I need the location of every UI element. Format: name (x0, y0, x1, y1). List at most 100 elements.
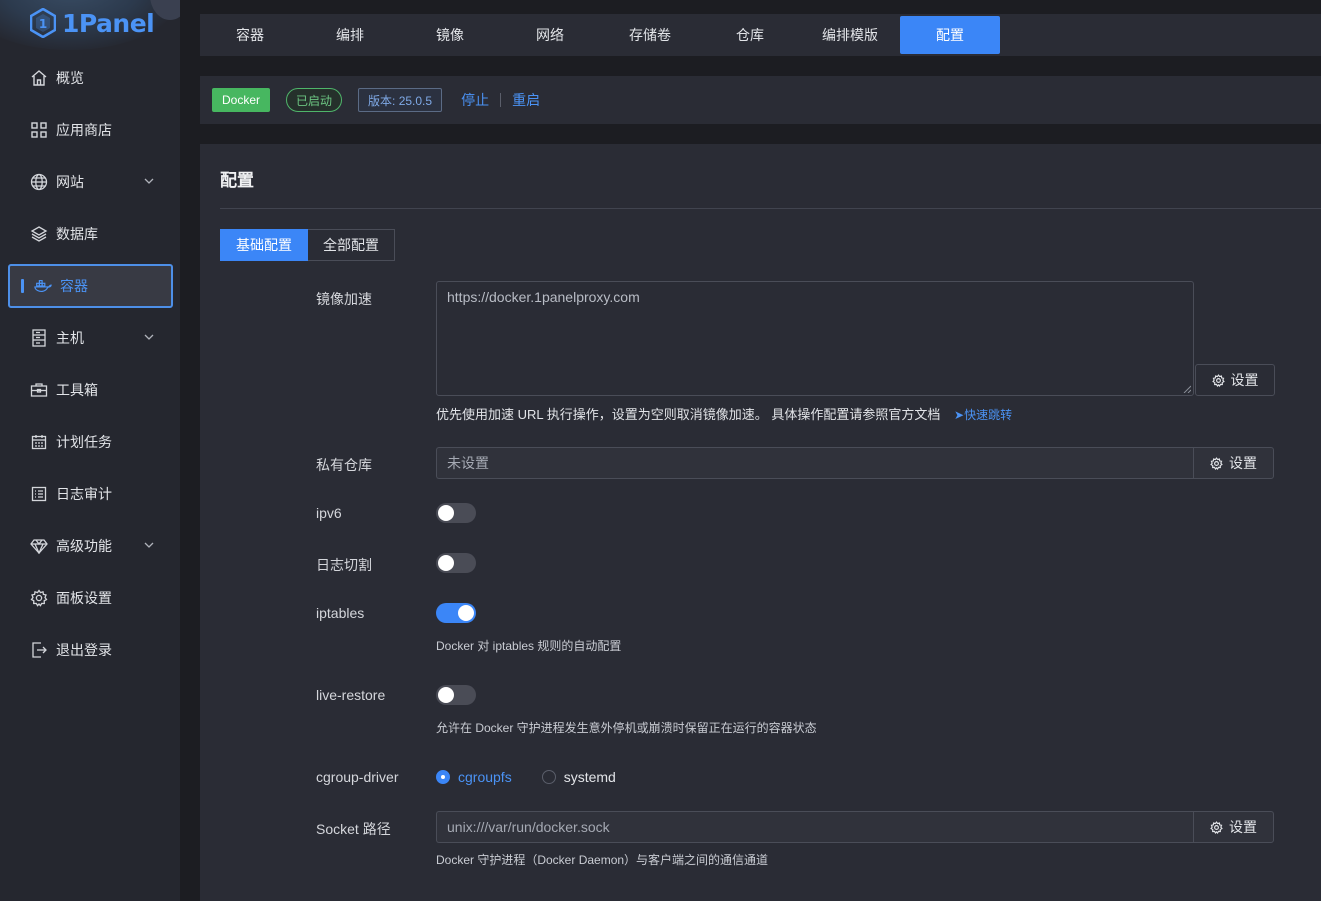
logo-hex-icon: 1 (30, 8, 56, 38)
sidebar-item-label: 容器 (60, 278, 88, 294)
live-restore-label: live-restore (316, 687, 386, 703)
sidebar: 1 1Panel 概览 应用商店 网站 数据库 容器 主机 工具箱 计划任务 日… (0, 0, 180, 901)
sidebar-item-label: 工具箱 (56, 382, 98, 398)
sidebar-item-database[interactable]: 数据库 (8, 212, 173, 256)
sidebar-item-advanced[interactable]: 高级功能 (8, 524, 173, 568)
mirror-set-button[interactable]: 设置 (1195, 364, 1275, 396)
cgroup-driver-radio-group: cgroupfs systemd (436, 769, 616, 785)
docker-icon (34, 277, 52, 295)
sidebar-item-toolbox[interactable]: 工具箱 (8, 368, 173, 412)
chevron-down-icon[interactable] (143, 539, 155, 551)
sidebar-item-label: 应用商店 (56, 122, 112, 138)
registry-input[interactable]: 未设置 (436, 447, 1194, 479)
chevron-down-icon[interactable] (143, 175, 155, 187)
sidebar-item-logout[interactable]: 退出登录 (8, 628, 173, 672)
tab-registries[interactable]: 仓库 (700, 16, 800, 54)
live-restore-toggle[interactable] (436, 685, 476, 705)
sidebar-nav: 概览 应用商店 网站 数据库 容器 主机 工具箱 计划任务 日志审计 高级功能 … (8, 56, 173, 680)
toggle-knob (438, 505, 454, 521)
grid-icon (30, 121, 48, 139)
sidebar-item-container[interactable]: 容器 (8, 264, 173, 308)
set-button-label: 设置 (1229, 455, 1257, 471)
socket-set-button[interactable]: 设置 (1193, 811, 1274, 843)
radio-systemd[interactable] (541, 770, 556, 784)
mirror-label: 镜像加速 (316, 291, 372, 307)
tab-compose-templates[interactable]: 编排模版 (800, 16, 900, 54)
log-rotation-label: 日志切割 (316, 557, 372, 573)
cgroup-driver-label: cgroup-driver (316, 769, 399, 785)
set-button-label: 设置 (1230, 372, 1259, 388)
socket-path-hint: Docker 守护进程（Docker Daemon）与客户端之间的通信通道 (436, 853, 769, 867)
resize-grip-icon[interactable] (1183, 385, 1191, 393)
mirror-hint-text: 优先使用加速 URL 执行操作，设置为空则取消镜像加速。 具体操作配置请参照官方… (436, 407, 941, 422)
restart-link[interactable]: 重启 (512, 90, 540, 110)
log-icon (30, 485, 48, 503)
sidebar-item-app-store[interactable]: 应用商店 (8, 108, 173, 152)
layers-icon (30, 225, 48, 243)
config-mode-switch: 基础配置 全部配置 (220, 229, 395, 261)
globe-icon (30, 173, 48, 191)
tab-volumes[interactable]: 存储卷 (600, 16, 700, 54)
sidebar-item-cron[interactable]: 计划任务 (8, 420, 173, 464)
sidebar-item-label: 主机 (56, 330, 84, 346)
sidebar-item-settings[interactable]: 面板设置 (8, 576, 173, 620)
socket-path-label: Socket 路径 (316, 821, 391, 837)
page-title: 配置 (220, 171, 254, 190)
quick-jump-link[interactable]: ➤快速跳转 (954, 408, 1012, 422)
mirror-value: https://docker.1panelproxy.com (447, 289, 640, 305)
sidebar-item-host[interactable]: 主机 (8, 316, 173, 360)
tab-config[interactable]: 配置 (900, 16, 1000, 54)
log-rotation-toggle[interactable] (436, 553, 476, 573)
iptables-toggle[interactable] (436, 603, 476, 623)
set-button-label: 设置 (1229, 819, 1257, 835)
gear-icon (30, 589, 48, 607)
stop-link[interactable]: 停止 (461, 90, 489, 110)
diamond-icon (30, 537, 48, 555)
toggle-knob (458, 605, 474, 621)
link-divider (500, 93, 502, 107)
tab-compose[interactable]: 编排 (300, 16, 400, 54)
sidebar-item-label: 网站 (56, 174, 84, 190)
tab-networks[interactable]: 网络 (500, 16, 600, 54)
sidebar-item-label: 面板设置 (56, 590, 112, 606)
mirror-textarea[interactable]: https://docker.1panelproxy.com (436, 281, 1194, 396)
registry-label: 私有仓库 (316, 457, 372, 473)
toggle-knob (438, 555, 454, 571)
chevron-down-icon[interactable] (143, 331, 155, 343)
toolbox-icon (30, 381, 48, 399)
mirror-hint: 优先使用加速 URL 执行操作，设置为空则取消镜像加速。 具体操作配置请参照官方… (436, 404, 1012, 423)
sidebar-item-website[interactable]: 网站 (8, 160, 173, 204)
brand-logo[interactable]: 1 1Panel (30, 6, 155, 40)
tab-images[interactable]: 镜像 (400, 16, 500, 54)
docker-status-bar: Docker 已启动 版本: 25.0.5 停止 重启 (200, 76, 1321, 124)
status-badge: 已启动 (286, 88, 343, 112)
radio-cgroupfs-label[interactable]: cgroupfs (458, 769, 512, 785)
quick-jump-label: 快速跳转 (964, 408, 1013, 422)
send-icon: ➤ (954, 408, 965, 422)
sidebar-item-logs[interactable]: 日志审计 (8, 472, 173, 516)
iptables-label: iptables (316, 605, 365, 621)
sidebar-item-overview[interactable]: 概览 (8, 56, 173, 100)
radio-cgroupfs[interactable] (436, 770, 450, 784)
sidebar-item-label: 计划任务 (56, 434, 112, 450)
toggle-knob (438, 687, 454, 703)
ipv6-toggle[interactable] (436, 503, 476, 523)
gear-icon (1211, 373, 1225, 387)
container-tabs: 容器 编排 镜像 网络 存储卷 仓库 编排模版 配置 (200, 14, 1321, 56)
config-panel: 配置 基础配置 全部配置 镜像加速 https://docker.1panelp… (200, 144, 1321, 901)
sidebar-item-label: 高级功能 (56, 538, 112, 554)
all-config-button[interactable]: 全部配置 (308, 229, 395, 261)
version-badge: 版本: 25.0.5 (358, 88, 443, 112)
radio-systemd-label[interactable]: systemd (564, 769, 616, 785)
registry-set-button[interactable]: 设置 (1193, 447, 1274, 479)
divider (220, 208, 1321, 209)
tab-containers[interactable]: 容器 (200, 16, 300, 54)
ipv6-label: ipv6 (316, 505, 342, 521)
gear-icon (1210, 456, 1223, 470)
server-icon (30, 329, 48, 347)
active-indicator (21, 279, 24, 293)
socket-path-input[interactable]: unix:///var/run/docker.sock (436, 811, 1194, 843)
svg-text:1: 1 (39, 17, 47, 31)
sidebar-item-label: 数据库 (56, 226, 98, 242)
basic-config-button[interactable]: 基础配置 (220, 229, 308, 261)
